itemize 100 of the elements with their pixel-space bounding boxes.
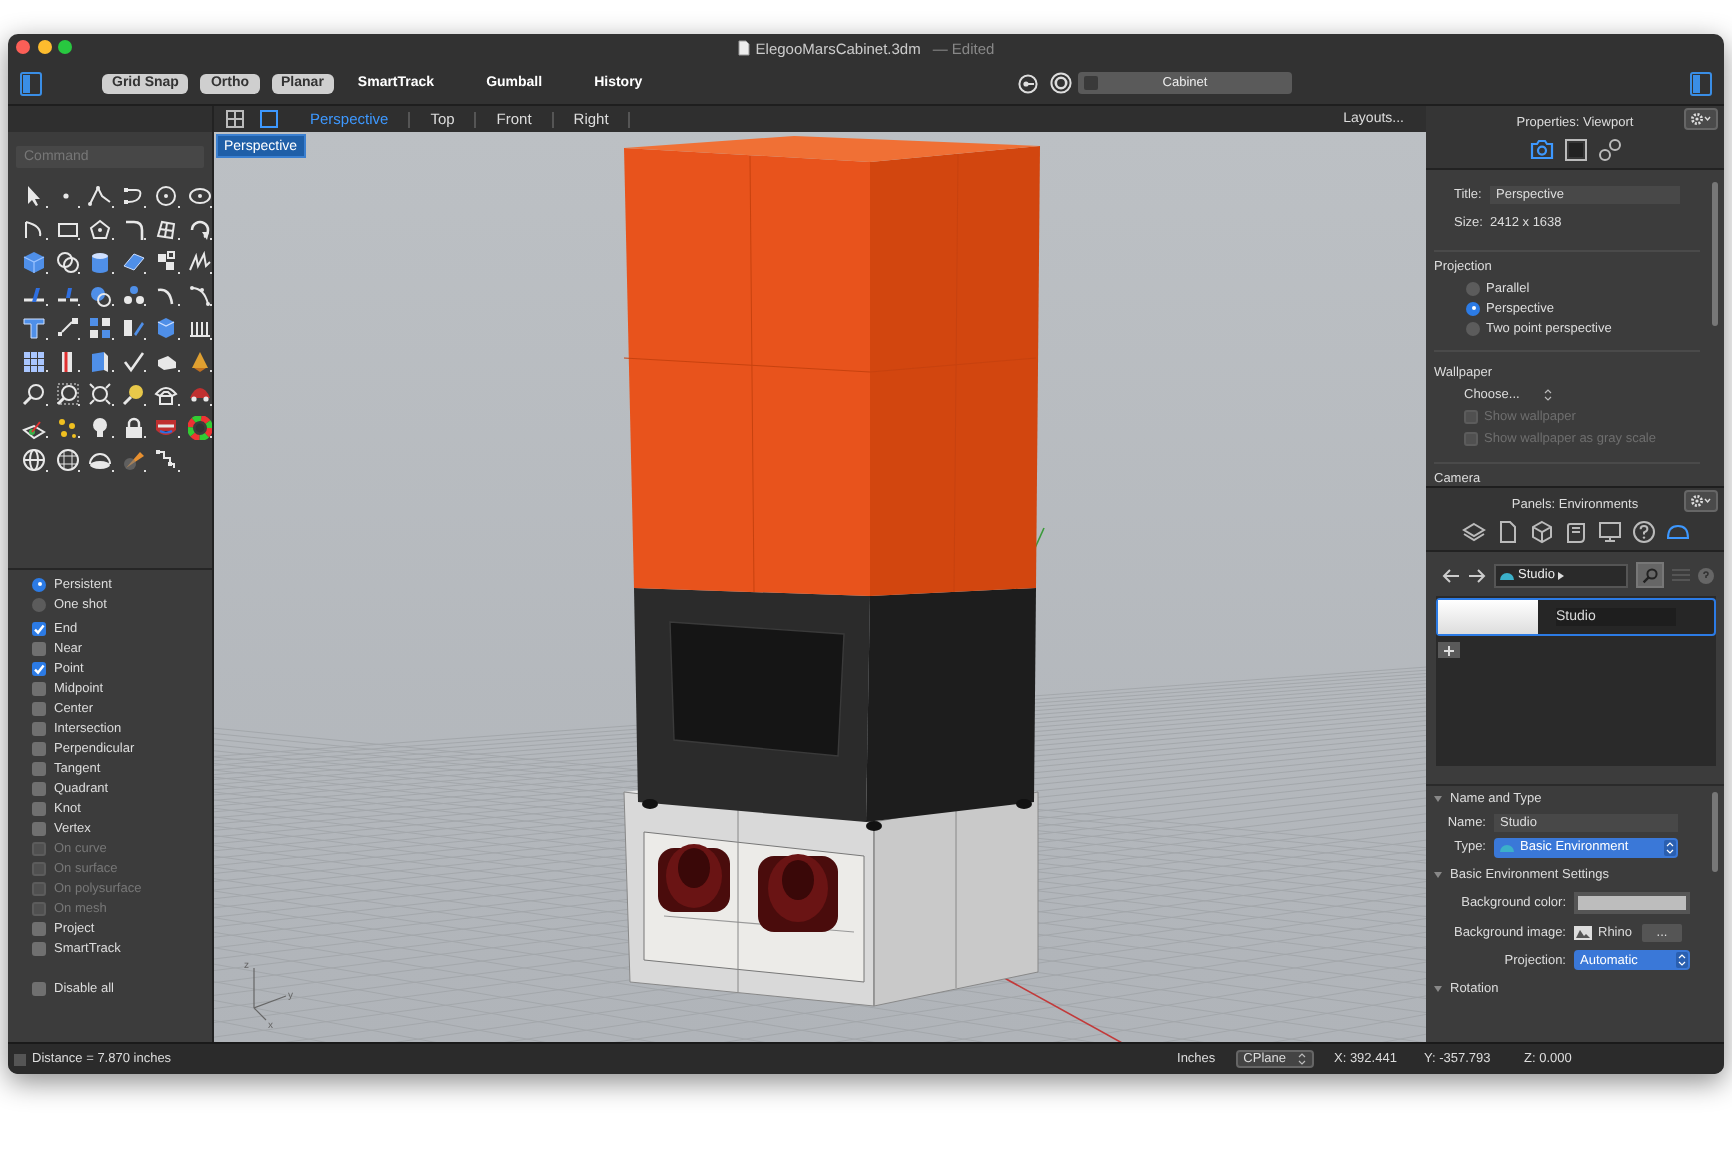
sidebar-icon: [20, 71, 42, 95]
checkmark-icon: [121, 349, 146, 374]
tool-button[interactable]: [84, 180, 117, 213]
zoom-button[interactable]: [58, 40, 72, 54]
scrollbar[interactable]: [1712, 792, 1718, 872]
text-icon: [22, 316, 47, 341]
curve-icon: [121, 184, 146, 209]
page-icon: [88, 349, 113, 374]
circle-icon: [154, 184, 179, 209]
array-icon: [88, 316, 113, 341]
checkbox[interactable]: [32, 741, 46, 755]
tool-button[interactable]: [183, 411, 216, 444]
tool-button[interactable]: [150, 180, 183, 213]
layers-icon: [1461, 520, 1485, 544]
tool-button[interactable]: [18, 444, 51, 477]
panel-tab[interactable]: [1563, 520, 1587, 544]
light-bulb-icon: [88, 415, 113, 440]
target-icon: [1050, 72, 1072, 94]
checkbox[interactable]: [32, 701, 46, 715]
radio-button[interactable]: [32, 577, 46, 591]
add-button[interactable]: [1438, 642, 1460, 658]
magnifier-icon: [22, 382, 47, 407]
ellipse-icon: [187, 184, 212, 209]
linked-circles-icon: [1597, 138, 1621, 162]
box-icon: [154, 316, 179, 341]
updown-arrows-icon: [1298, 1052, 1306, 1066]
sidebar-toggle-button[interactable]: [1690, 71, 1712, 95]
document-icon: [737, 40, 750, 56]
checkbox[interactable]: [32, 821, 46, 835]
polygon-icon: [88, 217, 113, 242]
split-icon: [55, 283, 80, 308]
zoom-window-icon: [55, 382, 80, 407]
tool-button[interactable]: [84, 312, 117, 345]
bend-icon: [154, 283, 179, 308]
settings-button[interactable]: [1684, 490, 1718, 512]
single-pane-icon: [260, 110, 278, 128]
checkbox[interactable]: [32, 781, 46, 795]
minimize-button[interactable]: [37, 40, 51, 54]
panel-tab[interactable]: [1529, 138, 1553, 162]
scrollbar[interactable]: [1712, 182, 1718, 326]
radio-button[interactable]: [1466, 321, 1480, 335]
axis-icon: [253, 967, 287, 1021]
mesh-sphere-icon: [55, 448, 80, 473]
camera-icon: [1529, 138, 1553, 162]
help-icon: [1631, 520, 1655, 544]
spheres-icon: [55, 250, 80, 275]
close-button[interactable]: [16, 40, 30, 54]
single-viewport-button[interactable]: [260, 110, 278, 128]
polyline-icon: [88, 184, 113, 209]
tool-button[interactable]: [18, 246, 51, 279]
disclosure-triangle-icon: [1434, 872, 1442, 878]
zoom-selected-icon: [121, 382, 146, 407]
tool-button[interactable]: [150, 444, 183, 477]
panel-tab[interactable]: [1597, 138, 1621, 162]
settings-button[interactable]: [1684, 108, 1718, 130]
checkbox[interactable]: [32, 921, 46, 935]
checkbox[interactable]: [32, 681, 46, 695]
radio-button[interactable]: [1466, 281, 1480, 295]
tool-button[interactable]: [183, 246, 216, 279]
search-button[interactable]: [1636, 562, 1664, 588]
radio-button[interactable]: [32, 597, 46, 611]
panel-tab[interactable]: [1597, 520, 1621, 544]
checkbox[interactable]: [32, 801, 46, 815]
tool-button[interactable]: [51, 246, 84, 279]
tool-button[interactable]: [18, 312, 51, 345]
car-icon: [187, 382, 212, 407]
rotate-icon: [187, 217, 212, 242]
checkbox[interactable]: [32, 981, 46, 995]
tool-button[interactable]: [84, 378, 117, 411]
caret-icon: [1558, 571, 1565, 579]
panel-tab[interactable]: [1495, 520, 1519, 544]
dome-icon: [88, 448, 113, 473]
four-panes-icon: [226, 110, 244, 128]
checkbox[interactable]: [32, 721, 46, 735]
radio-button[interactable]: [1466, 301, 1480, 315]
tool-button[interactable]: [51, 378, 84, 411]
cube-icon: [1529, 520, 1553, 544]
panel-tab[interactable]: [1665, 520, 1689, 544]
panel-tab[interactable]: [1461, 520, 1485, 544]
sidebar-toggle-button[interactable]: [20, 71, 42, 95]
color-swatch[interactable]: [1574, 891, 1690, 913]
panel-tab[interactable]: [1563, 138, 1587, 162]
panel-tab[interactable]: [1631, 520, 1655, 544]
four-viewports-button[interactable]: [226, 110, 244, 128]
updown-arrows-icon: [1664, 839, 1676, 855]
checkbox[interactable]: [32, 941, 46, 955]
checkbox[interactable]: [32, 761, 46, 775]
square-icon: [14, 1053, 26, 1065]
tool-button[interactable]: [51, 444, 84, 477]
updown-arrows-icon: [1676, 952, 1688, 968]
grid-icon: [22, 349, 47, 374]
blocks-icon: [154, 250, 179, 275]
back-button[interactable]: [1442, 567, 1460, 583]
panel-tab[interactable]: [1529, 520, 1553, 544]
checkbox[interactable]: [32, 641, 46, 655]
search-icon: [1642, 567, 1658, 583]
forward-button[interactable]: [1468, 567, 1486, 583]
dots-icon: [121, 283, 146, 308]
tool-button[interactable]: [18, 378, 51, 411]
cloud-icon: [1665, 520, 1689, 544]
